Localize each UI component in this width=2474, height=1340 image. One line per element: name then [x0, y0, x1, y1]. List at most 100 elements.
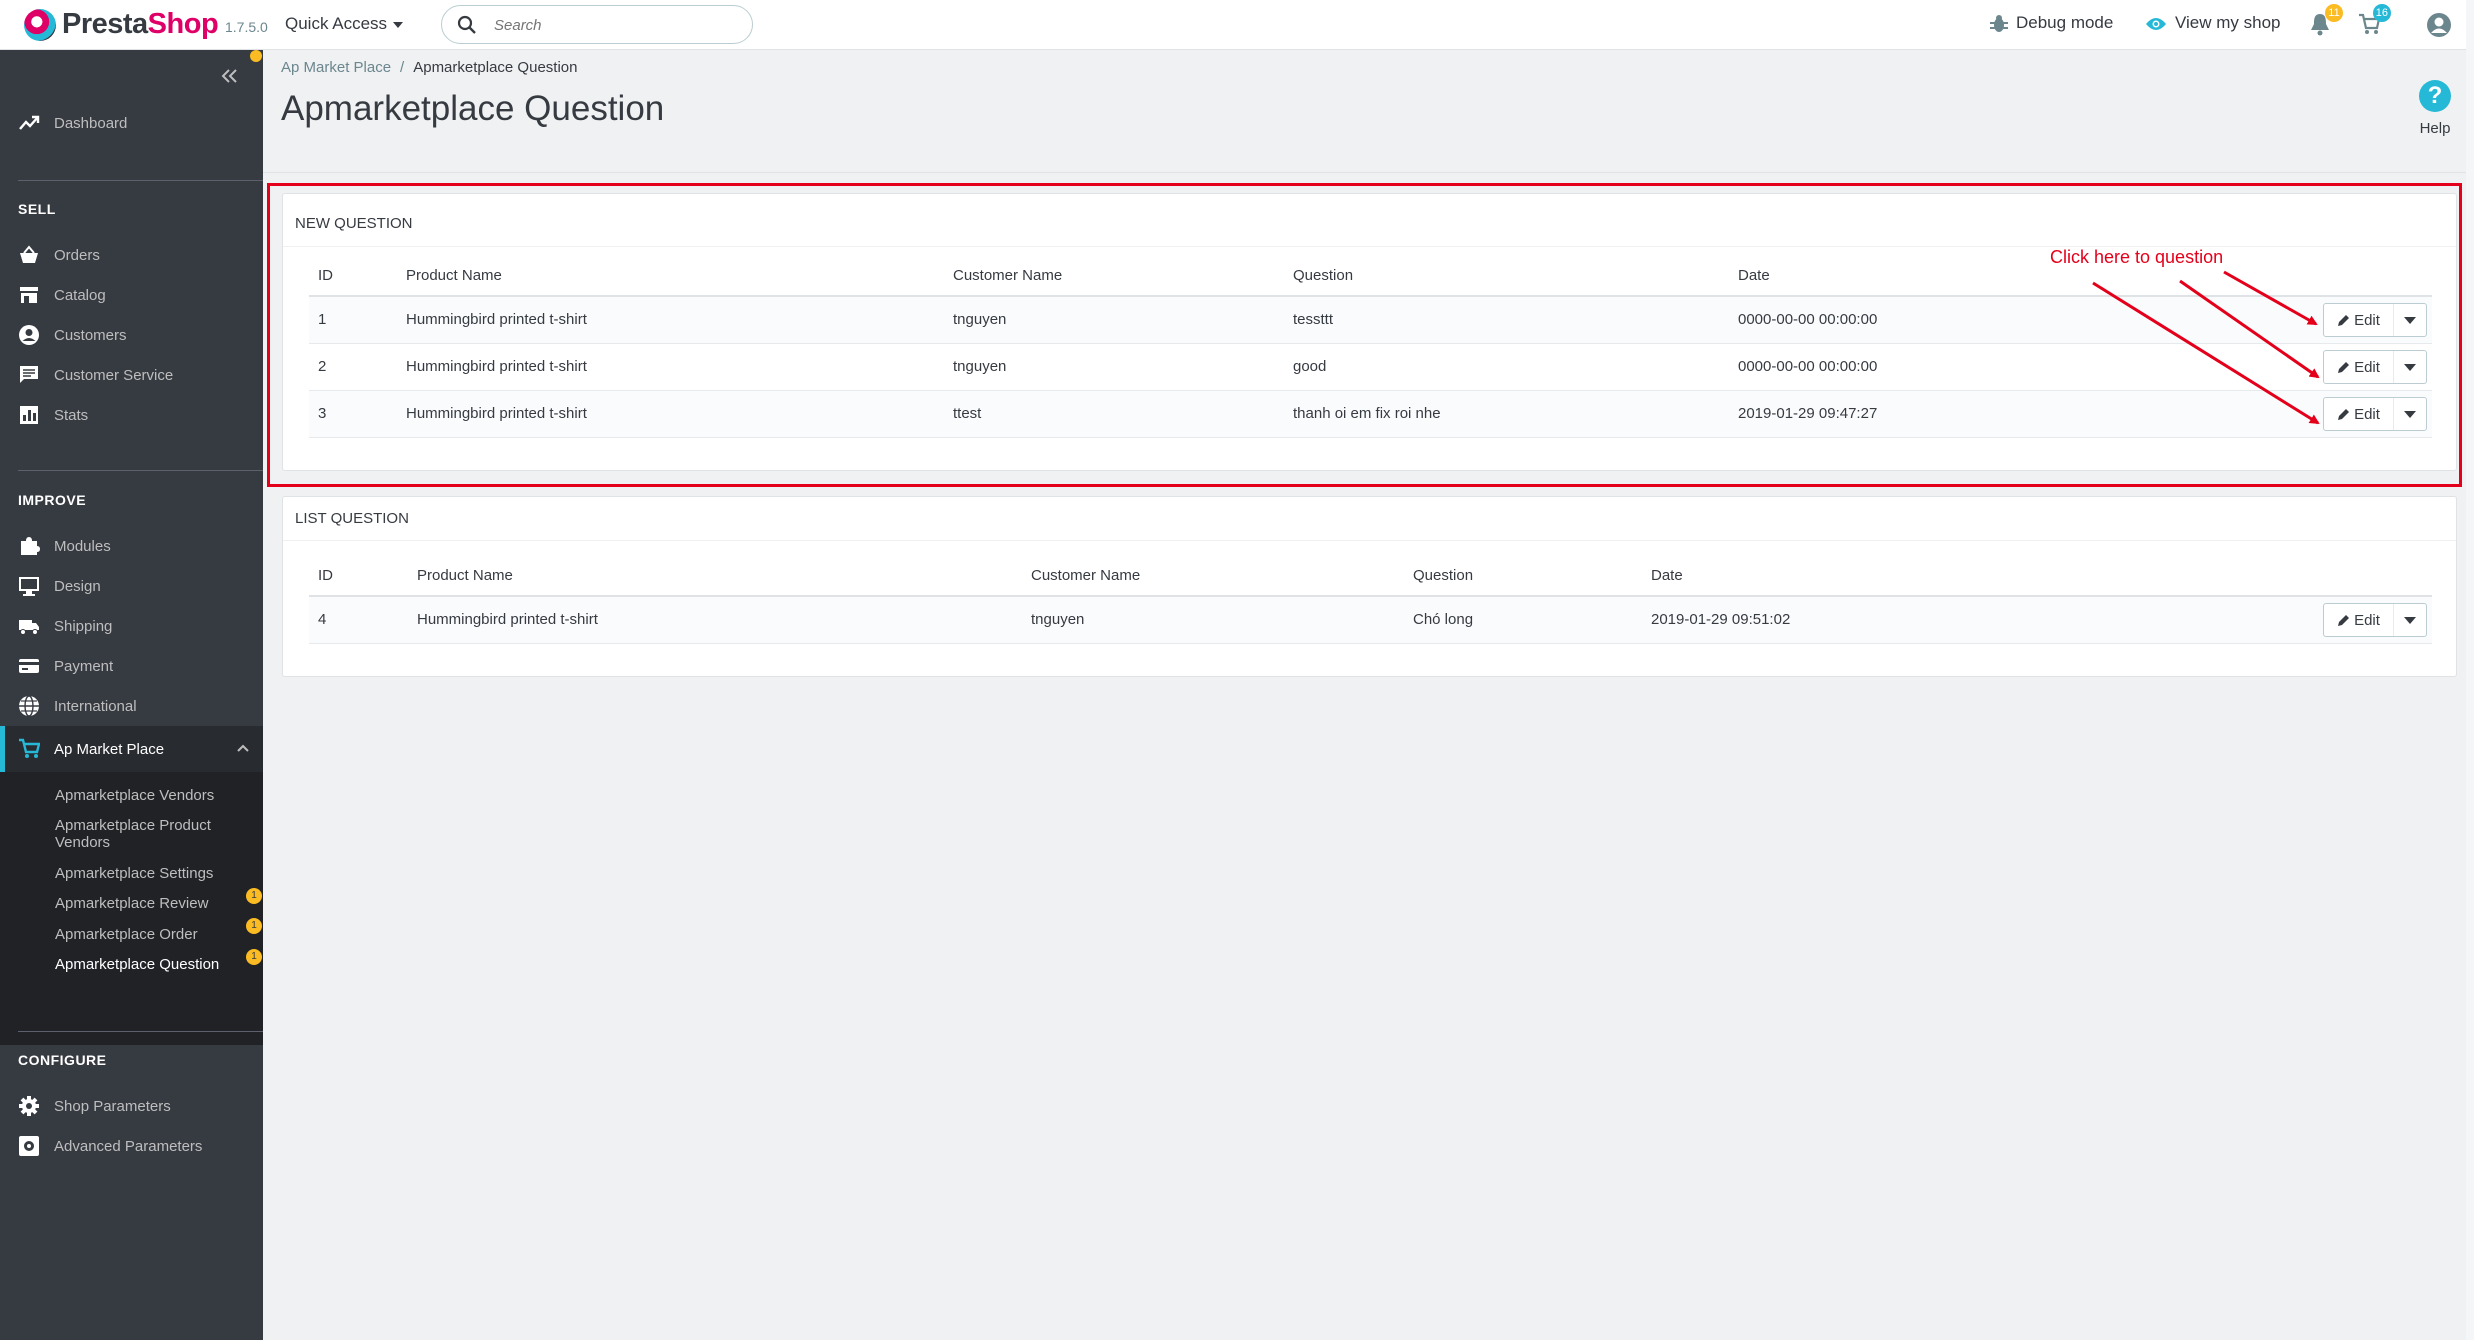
orders-badge: 11	[2325, 4, 2343, 22]
sidebar-item-stats[interactable]: Stats	[18, 403, 88, 427]
profile-avatar-icon[interactable]	[2426, 12, 2452, 38]
table-row[interactable]: 4 Hummingbird printed t-shirt tnguyen Ch…	[309, 597, 2432, 644]
brand-name[interactable]: PrestaShop	[62, 8, 219, 41]
gear-icon	[19, 1096, 39, 1116]
submenu-item-order[interactable]: Apmarketplace Order	[55, 926, 245, 943]
view-shop-link[interactable]: View my shop	[2145, 13, 2281, 33]
sidebar-item-dashboard[interactable]: Dashboard	[18, 111, 127, 135]
sidebar-item-modules[interactable]: Modules	[18, 534, 111, 558]
column-header-question: Question	[1413, 567, 1474, 584]
edit-label: Edit	[2354, 611, 2380, 629]
globe-icon	[19, 695, 39, 717]
sidebar-item-label: Stats	[54, 406, 89, 424]
pencil-icon	[2338, 614, 2350, 626]
column-header-id: ID	[318, 567, 333, 584]
cell-date: 2019-01-29 09:51:02	[1651, 611, 1791, 628]
sidebar-item-payment[interactable]: Payment	[18, 654, 113, 678]
sidebar-divider	[18, 1031, 263, 1032]
sidebar-divider	[18, 470, 263, 471]
cell-customer: tnguyen	[1031, 611, 1085, 628]
truck-icon	[19, 620, 39, 635]
settings-box-icon	[19, 1136, 39, 1156]
cell-id: 4	[318, 611, 327, 628]
sidebar-item-customer-service[interactable]: Customer Service	[18, 363, 173, 387]
cell-product: Hummingbird printed t-shirt	[417, 611, 598, 628]
account-circle-icon	[19, 325, 39, 345]
sidebar-item-label: Dashboard	[54, 114, 128, 132]
submenu-item-product-vendors[interactable]: Apmarketplace Product Vendors	[55, 817, 245, 851]
list-question-panel: LIST QUESTION ID Product Name Customer N…	[282, 496, 2457, 677]
brand-presta-text: Presta	[62, 8, 148, 40]
basket-icon	[20, 245, 38, 263]
version-label: 1.7.5.0	[225, 19, 268, 35]
order-badge: 1	[246, 918, 262, 934]
breadcrumb-separator: /	[400, 59, 405, 76]
sidebar-item-label: Shipping	[54, 617, 113, 635]
cell-question: Chó long	[1413, 611, 1474, 628]
view-shop-label: View my shop	[2175, 13, 2281, 32]
chevron-up-icon[interactable]	[236, 741, 250, 755]
help-button[interactable]: ? Help	[2412, 80, 2458, 137]
sidebar-item-label: Payment	[54, 657, 114, 675]
sidebar-item-label: Ap Market Place	[54, 740, 165, 758]
header-divider	[263, 172, 2474, 173]
question-badge: 1	[246, 949, 262, 965]
page-title: Apmarketplace Question	[281, 89, 665, 128]
desktop-icon	[19, 577, 39, 596]
breadcrumb-parent-link[interactable]: Ap Market Place	[281, 59, 391, 76]
column-header-date: Date	[1651, 567, 1683, 584]
sidebar-item-catalog[interactable]: Catalog	[18, 283, 106, 307]
sidebar-item-orders[interactable]: Orders	[18, 243, 100, 267]
collapse-sidebar-icon[interactable]	[219, 66, 239, 86]
sidebar-item-shop-parameters[interactable]: Shop Parameters	[18, 1094, 171, 1118]
quick-access-dropdown[interactable]: Quick Access	[285, 14, 404, 34]
puzzle-icon	[21, 537, 40, 555]
orders-notification[interactable]: 11	[2309, 4, 2343, 38]
submenu-item-review[interactable]: Apmarketplace Review	[55, 895, 245, 912]
breadcrumb-current: Apmarketplace Question	[413, 59, 578, 76]
submenu-item-vendors[interactable]: Apmarketplace Vendors	[55, 787, 245, 804]
sidebar-active-indicator	[0, 726, 5, 772]
submenu-item-question[interactable]: Apmarketplace Question	[55, 956, 245, 973]
panel-title: LIST QUESTION	[295, 510, 409, 527]
sidebar-item-label: Advanced Parameters	[54, 1137, 203, 1155]
search-input[interactable]	[494, 14, 734, 36]
sidebar-item-customers[interactable]: Customers	[18, 323, 127, 347]
sidebar-item-label: Modules	[54, 537, 111, 555]
sidebar-section-improve: IMPROVE	[18, 492, 87, 508]
sidebar: Dashboard SELL Orders Catalog Customers …	[0, 50, 263, 1340]
sidebar-section-sell: SELL	[18, 201, 56, 217]
chat-icon	[20, 366, 38, 383]
bar-chart-icon	[20, 406, 38, 424]
credit-card-icon	[19, 659, 39, 673]
search-box[interactable]	[441, 5, 753, 44]
sidebar-item-label: International	[54, 697, 137, 715]
highlight-box	[267, 183, 2462, 487]
sidebar-item-international[interactable]: International	[18, 694, 137, 718]
caret-down-icon	[393, 21, 404, 28]
sidebar-item-shipping[interactable]: Shipping	[18, 614, 112, 638]
panel-divider	[283, 540, 2456, 541]
trending-up-icon	[19, 115, 40, 130]
sidebar-item-label: Design	[54, 577, 101, 595]
debug-mode-link[interactable]: Debug mode	[1990, 13, 2113, 34]
submenu-item-settings[interactable]: Apmarketplace Settings	[55, 865, 245, 882]
sidebar-item-label: Catalog	[54, 286, 106, 304]
breadcrumb: Ap Market Place / Apmarketplace Question	[281, 59, 577, 76]
annotation-text: Click here to question	[2050, 247, 2224, 267]
customers-badge: 16	[2372, 4, 2391, 22]
actions-dropdown-toggle[interactable]	[2394, 604, 2426, 636]
sidebar-item-design[interactable]: Design	[18, 574, 101, 598]
sidebar-item-ap-market-place[interactable]: Ap Market Place	[18, 737, 164, 761]
sidebar-item-advanced-parameters[interactable]: Advanced Parameters	[18, 1134, 202, 1158]
scrollbar[interactable]	[2466, 0, 2474, 1340]
sidebar-notice-dot	[250, 50, 262, 62]
top-header: PrestaShop 1.7.5.0 Quick Access Debug mo…	[0, 0, 2474, 50]
question-mark-icon: ?	[2419, 80, 2451, 112]
brand-shop-text: Shop	[147, 8, 219, 40]
search-icon[interactable]	[457, 15, 477, 35]
prestashop-logo-icon[interactable]	[24, 9, 56, 41]
edit-button[interactable]: Edit	[2324, 604, 2394, 636]
customers-notification[interactable]: 16	[2357, 4, 2391, 38]
quick-access-label: Quick Access	[285, 14, 388, 33]
